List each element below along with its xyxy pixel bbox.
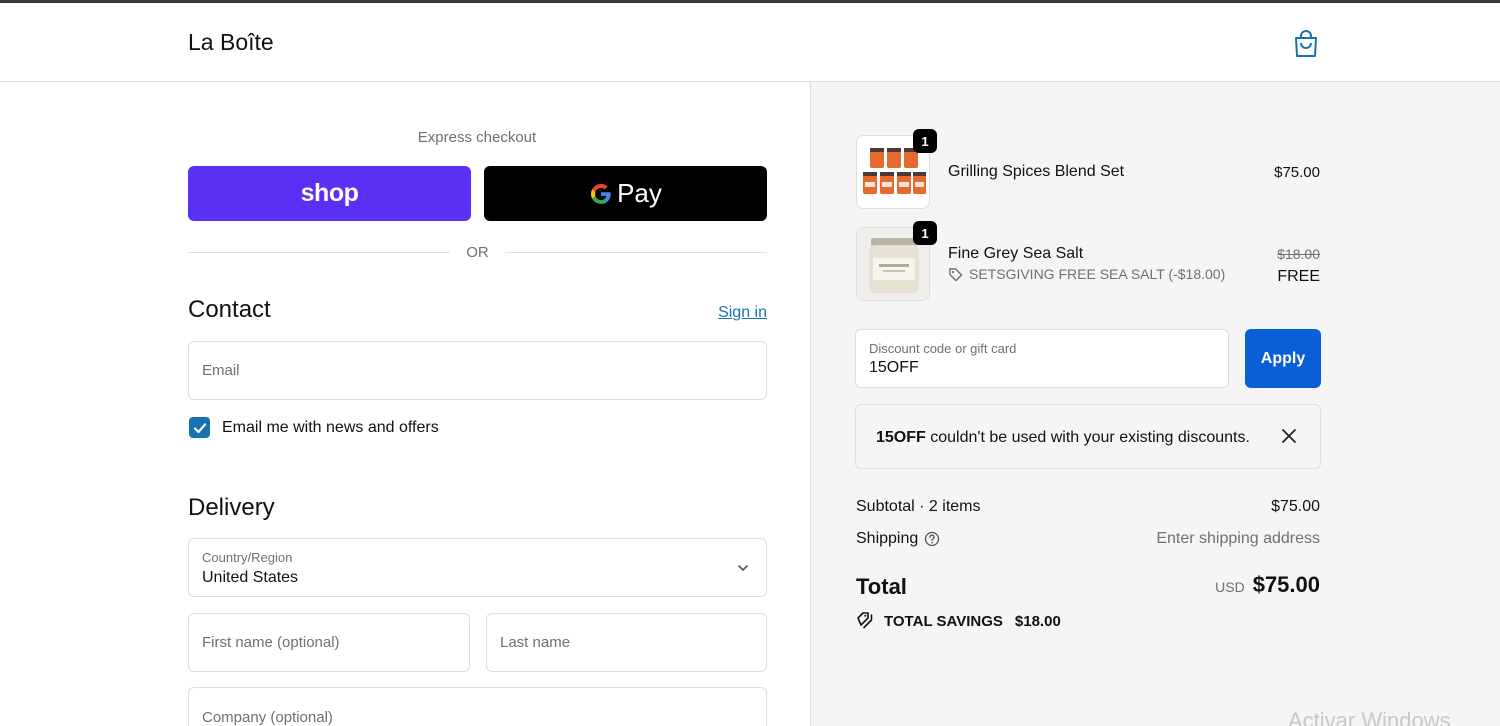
notice-code: 15OFF (876, 429, 926, 446)
company-field[interactable]: Company (optional) (188, 687, 767, 726)
newsletter-checkbox[interactable] (189, 417, 210, 438)
or-separator: OR (466, 244, 489, 261)
express-checkout-label: Express checkout (417, 129, 537, 146)
discount-error-notice: 15OFF couldn't be used with your existin… (855, 404, 1321, 469)
quantity-badge: 1 (913, 221, 937, 245)
newsletter-label: Email me with news and offers (222, 419, 439, 436)
google-pay-button[interactable]: Pay (484, 166, 767, 221)
notice-message: couldn't be used with your existing disc… (925, 429, 1250, 446)
google-g-icon (591, 183, 611, 204)
total-savings: TOTAL SAVINGS $18.00 (856, 612, 1061, 630)
email-field[interactable]: Email (188, 341, 767, 400)
item-name: Fine Grey Sea Salt (948, 245, 1084, 262)
notice-text: 15OFF couldn't be used with your existin… (876, 429, 1250, 447)
shop-pay-logo: shop (300, 179, 359, 207)
order-summary: 1 Grilling Spices Blend Set $75.00 1 Fin… (810, 82, 1500, 726)
header: La Boîte (0, 3, 1500, 82)
strikethrough-price: $18.00 (1277, 246, 1320, 262)
total-amount: $75.00 (1252, 572, 1320, 597)
divider-right (505, 252, 767, 253)
os-watermark: Activar Windows (1288, 708, 1451, 726)
item-name: Grilling Spices Blend Set (948, 163, 1125, 180)
discount-code-label: Discount code or gift card (869, 341, 1017, 356)
checkmark-icon (193, 422, 206, 433)
email-placeholder: Email (202, 362, 240, 379)
last-name-field[interactable]: Last name (486, 613, 767, 672)
country-label: Country/Region (202, 550, 293, 565)
item-price: FREE (1277, 268, 1320, 285)
delivery-heading: Delivery (188, 494, 275, 521)
tag-icon (949, 267, 963, 281)
item-discount: SETSGIVING FREE SEA SALT (-$18.00) (948, 266, 1225, 282)
store-brand[interactable]: La Boîte (188, 29, 274, 56)
checkout-form: Express checkout shop Pay OR Contact Sig… (0, 82, 810, 726)
country-value: United States (202, 569, 299, 586)
shop-pay-button[interactable]: shop (188, 166, 471, 221)
savings-label: TOTAL SAVINGS (884, 612, 1003, 630)
shipping-label: Shipping (856, 530, 919, 547)
currency-code: USD (1215, 579, 1245, 595)
shopping-bag-icon[interactable] (1292, 29, 1320, 59)
subtotal-label: Subtotal · 2 items (856, 498, 981, 515)
discount-code-value: 15OFF (869, 359, 919, 376)
total-value-row: USD $75.00 (1215, 572, 1320, 598)
chevron-down-icon (738, 565, 748, 571)
discount-code-field[interactable]: Discount code or gift card 15OFF (855, 329, 1229, 388)
google-pay-label: Pay (617, 178, 662, 208)
savings-amount: $18.00 (1014, 612, 1061, 630)
sign-in-link[interactable]: Sign in (700, 304, 767, 322)
shipping-value: Enter shipping address (1156, 530, 1320, 547)
last-name-placeholder: Last name (500, 634, 571, 651)
first-name-field[interactable]: First name (optional) (188, 613, 470, 672)
subtotal-value: $75.00 (1271, 498, 1320, 515)
item-price: $75.00 (1274, 164, 1320, 181)
help-circle-icon[interactable] (924, 531, 940, 547)
apply-button[interactable]: Apply (1245, 329, 1321, 388)
contact-heading: Contact (188, 296, 271, 323)
tags-icon (857, 612, 873, 629)
first-name-placeholder: First name (optional) (202, 634, 340, 651)
shipping-row: Shipping (856, 530, 940, 548)
close-icon[interactable] (1280, 427, 1298, 445)
company-placeholder: Company (optional) (202, 709, 333, 726)
total-label: Total (856, 574, 907, 599)
country-select[interactable]: Country/Region United States (188, 538, 767, 597)
quantity-badge: 1 (913, 129, 937, 153)
divider-left (188, 252, 450, 253)
original-price: $18.00 (1277, 246, 1320, 263)
discount-label: SETSGIVING FREE SEA SALT (-$18.00) (969, 266, 1226, 282)
